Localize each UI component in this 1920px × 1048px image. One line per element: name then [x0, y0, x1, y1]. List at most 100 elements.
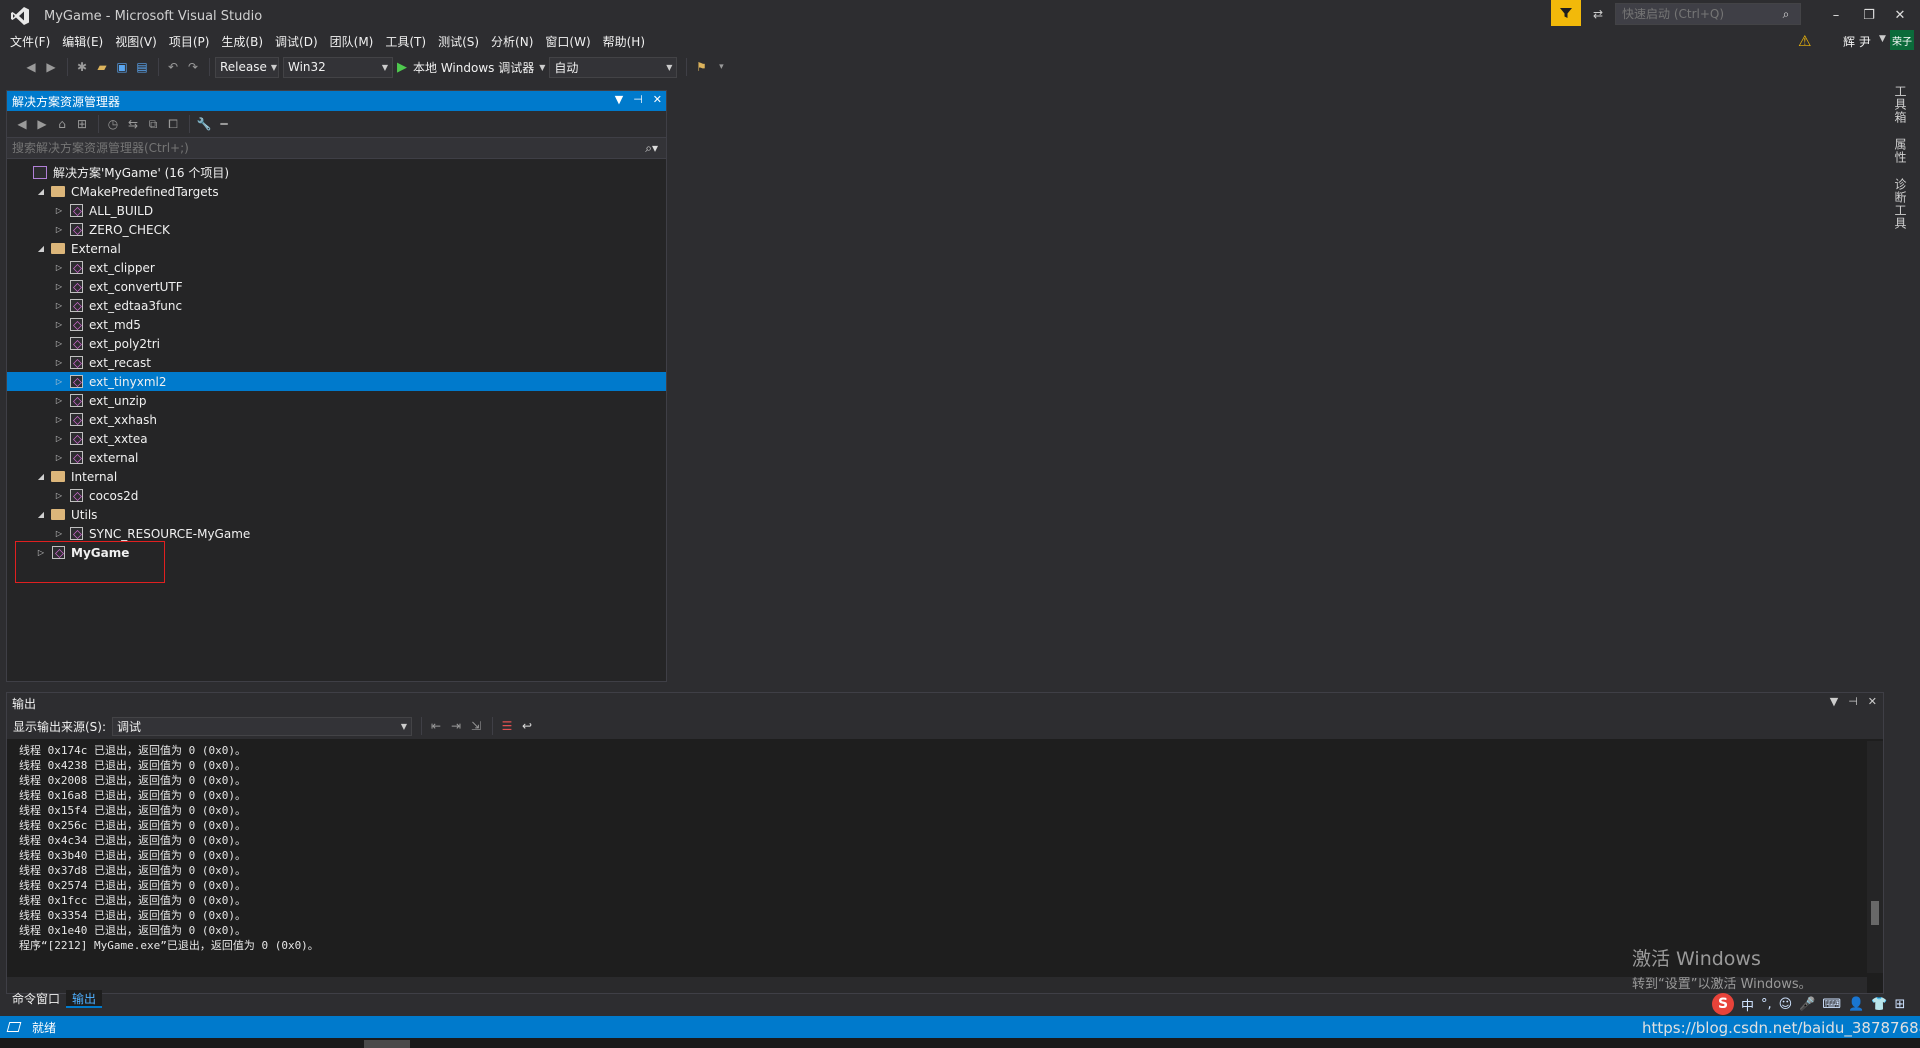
- clear-all-icon[interactable]: ☰: [498, 717, 516, 735]
- chevron-down-icon[interactable]: ▼: [539, 63, 545, 72]
- solution-search-box[interactable]: ⌕▾: [7, 137, 666, 159]
- expand-arrow-icon[interactable]: ▷: [53, 415, 65, 424]
- tree-item[interactable]: ▷ ext_convertUTF: [7, 277, 666, 296]
- redo-icon[interactable]: ↷: [184, 58, 202, 76]
- panel-menu-icon[interactable]: ▼: [615, 93, 623, 106]
- tree-item[interactable]: 解决方案'MyGame' (16 个项目): [7, 163, 666, 182]
- quick-launch-input[interactable]: [1616, 7, 1776, 21]
- taskbar-item[interactable]: [364, 1040, 410, 1048]
- search-icon[interactable]: ⌕: [1776, 7, 1796, 22]
- home-icon[interactable]: ⌂: [53, 115, 71, 133]
- collapse-arrow-icon[interactable]: ◢: [35, 244, 47, 253]
- feedback-icon[interactable]: ⇄: [1588, 4, 1608, 24]
- tree-item[interactable]: ▷ ALL_BUILD: [7, 201, 666, 220]
- expand-arrow-icon[interactable]: ▷: [53, 339, 65, 348]
- expand-arrow-icon[interactable]: ▷: [53, 301, 65, 310]
- smiley-icon[interactable]: ☺: [1779, 997, 1793, 1012]
- tree-item[interactable]: ◢ Utils: [7, 505, 666, 524]
- platform-select[interactable]: Win32 ▼: [283, 56, 393, 78]
- output-source-select[interactable]: 调试 ▼: [112, 716, 413, 736]
- panel-menu-icon[interactable]: ▼: [1830, 695, 1838, 708]
- menu-file[interactable]: 文件(F): [4, 33, 56, 51]
- menu-debug[interactable]: 调试(D): [269, 33, 324, 51]
- tab-command-window[interactable]: 命令窗口: [6, 990, 66, 1008]
- new-project-icon[interactable]: ✱: [73, 58, 91, 76]
- ime-item[interactable]: °,: [1761, 997, 1772, 1012]
- go-to-next-message-icon[interactable]: ⇥: [447, 717, 465, 735]
- menu-tools[interactable]: 工具(T): [379, 33, 432, 51]
- chevron-down-icon[interactable]: ▼: [1879, 34, 1886, 44]
- output-horizontal-scrollbar[interactable]: [7, 977, 1867, 993]
- skin-icon[interactable]: 👕: [1871, 997, 1887, 1012]
- search-icon[interactable]: ⌕▾: [645, 141, 666, 156]
- pin-icon[interactable]: ⊣: [633, 93, 643, 106]
- solution-search-input[interactable]: [7, 141, 607, 155]
- quick-launch-box[interactable]: ⌕: [1615, 3, 1801, 25]
- forward-icon[interactable]: ▶: [33, 115, 51, 133]
- user-icon[interactable]: 👤: [1848, 997, 1864, 1012]
- expand-arrow-icon[interactable]: ▷: [53, 491, 65, 500]
- undo-icon[interactable]: ↶: [164, 58, 182, 76]
- tree-item[interactable]: ▷ ext_tinyxml2: [7, 372, 666, 391]
- find-in-files-icon[interactable]: ⚑: [692, 58, 710, 76]
- tree-item[interactable]: ▷ ext_edtaa3func: [7, 296, 666, 315]
- back-icon[interactable]: ◀: [13, 115, 31, 133]
- tree-item[interactable]: ▷ ext_clipper: [7, 258, 666, 277]
- preview-icon[interactable]: ━: [215, 115, 233, 133]
- tree-item[interactable]: ▷ ext_xxhash: [7, 410, 666, 429]
- close-icon[interactable]: ✕: [653, 93, 662, 106]
- minimize-button[interactable]: –: [1822, 4, 1850, 26]
- avatar[interactable]: 荣子: [1890, 30, 1914, 50]
- tree-item[interactable]: ▷ ext_md5: [7, 315, 666, 334]
- expand-arrow-icon[interactable]: ▷: [53, 263, 65, 272]
- configuration-select[interactable]: Release ▼: [215, 56, 279, 78]
- ime-item[interactable]: 中: [1741, 995, 1754, 1014]
- expand-arrow-icon[interactable]: ▷: [53, 434, 65, 443]
- collapse-arrow-icon[interactable]: ◢: [35, 187, 47, 196]
- word-wrap-icon[interactable]: ↩: [518, 717, 536, 735]
- menu-test[interactable]: 测试(S): [432, 33, 485, 51]
- collapse-arrow-icon[interactable]: ◢: [35, 472, 47, 481]
- keyboard-icon[interactable]: ⌨: [1822, 997, 1841, 1012]
- expand-arrow-icon[interactable]: ▷: [53, 529, 65, 538]
- collapse-all-icon[interactable]: ⧉: [144, 115, 162, 133]
- ime-logo-icon[interactable]: S: [1712, 993, 1734, 1015]
- show-all-files-icon[interactable]: ⧠: [164, 115, 182, 133]
- menu-edit[interactable]: 编辑(E): [56, 33, 109, 51]
- debug-mode-select[interactable]: 自动 ▼: [549, 56, 678, 78]
- expand-arrow-icon[interactable]: ▷: [53, 225, 65, 234]
- collapse-arrow-icon[interactable]: ◢: [35, 510, 47, 519]
- warning-icon[interactable]: ⚠: [1798, 32, 1811, 50]
- notification-filter-button[interactable]: [1551, 0, 1581, 26]
- find-message-icon[interactable]: ⇲: [467, 717, 485, 735]
- pending-changes-filter-icon[interactable]: ◷: [104, 115, 122, 133]
- navigate-back-icon[interactable]: ◀: [22, 58, 40, 76]
- tree-item[interactable]: ▷ cocos2d: [7, 486, 666, 505]
- pin-icon[interactable]: ⊣: [1848, 695, 1858, 708]
- scroll-thumb[interactable]: [1871, 901, 1879, 925]
- tree-item[interactable]: ◢ CMakePredefinedTargets: [7, 182, 666, 201]
- switch-views-icon[interactable]: ⊞: [73, 115, 91, 133]
- tree-item[interactable]: ▷ ZERO_CHECK: [7, 220, 666, 239]
- menu-window[interactable]: 窗口(W): [539, 33, 596, 51]
- close-icon[interactable]: ✕: [1868, 695, 1877, 708]
- tree-item[interactable]: ◢ External: [7, 239, 666, 258]
- menu-view[interactable]: 视图(V): [109, 33, 163, 51]
- tree-item[interactable]: ▷ ext_xxtea: [7, 429, 666, 448]
- close-window-button[interactable]: ✕: [1886, 4, 1914, 26]
- tab-toolbox[interactable]: 工具箱: [1892, 85, 1909, 124]
- toolbar-options-icon[interactable]: ▾: [712, 58, 730, 76]
- tree-item[interactable]: ▷ external: [7, 448, 666, 467]
- expand-arrow-icon[interactable]: ▷: [53, 320, 65, 329]
- menu-help[interactable]: 帮助(H): [597, 33, 651, 51]
- open-file-icon[interactable]: ▰: [93, 58, 111, 76]
- tab-output[interactable]: 输出: [66, 990, 103, 1008]
- expand-arrow-icon[interactable]: ▷: [53, 206, 65, 215]
- menu-team[interactable]: 团队(M): [324, 33, 380, 51]
- tree-item[interactable]: ▷ ext_poly2tri: [7, 334, 666, 353]
- tree-item[interactable]: ▷ ext_unzip: [7, 391, 666, 410]
- microphone-icon[interactable]: 🎤: [1799, 997, 1815, 1012]
- expand-arrow-icon[interactable]: ▷: [53, 282, 65, 291]
- save-icon[interactable]: ▣: [113, 58, 131, 76]
- tab-properties[interactable]: 属性: [1892, 138, 1909, 164]
